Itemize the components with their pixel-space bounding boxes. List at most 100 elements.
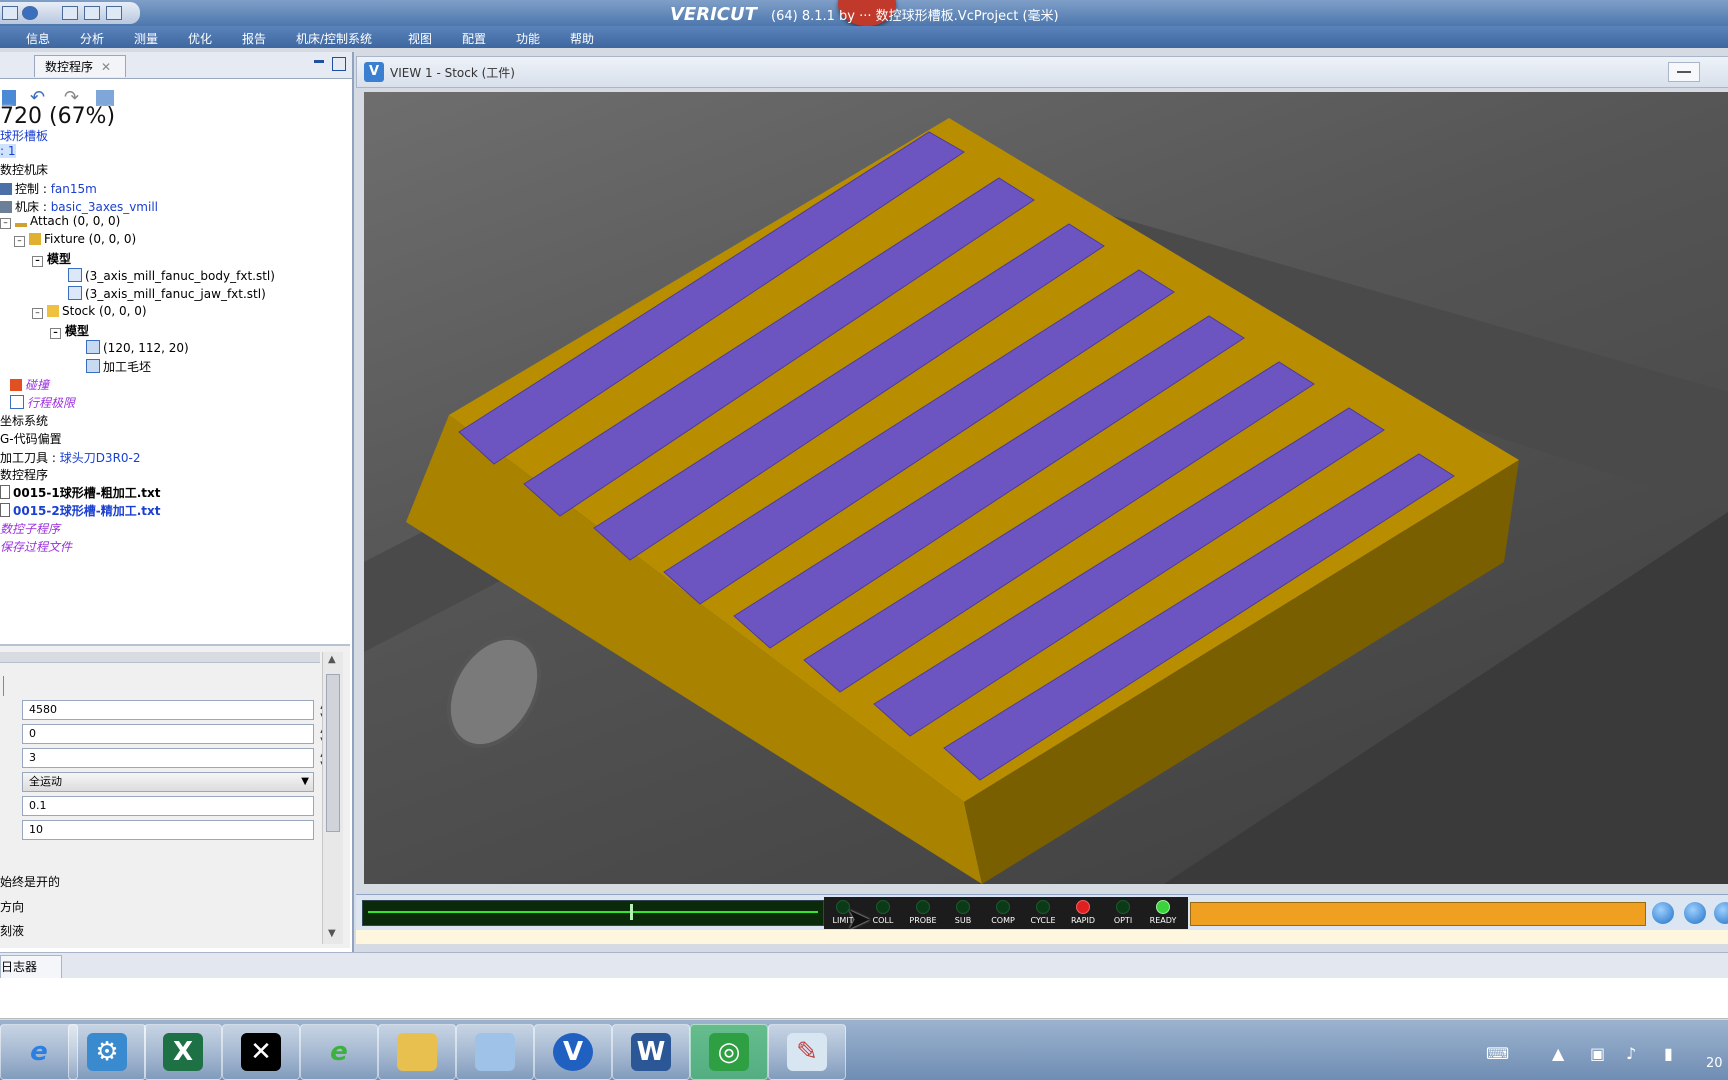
- taskbar-vericut[interactable]: V: [534, 1024, 612, 1080]
- tree-prog-1-label: 0015-1球形槽-粗加工.txt: [13, 486, 161, 500]
- prop-field-5[interactable]: 10: [22, 820, 314, 840]
- float-icon[interactable]: [332, 57, 346, 71]
- taskbar-paint[interactable]: ✎: [768, 1024, 846, 1080]
- menu-view[interactable]: 视图: [408, 30, 432, 47]
- menu-bar: 信息 分析 测量 优化 报告 机床/控制系统 视图 配置 功能 帮助: [0, 26, 1728, 48]
- prop-field-3[interactable]: 3▲▼: [22, 748, 326, 768]
- tree-attach[interactable]: – Attach (0, 0, 0): [0, 214, 120, 229]
- tree-collision[interactable]: 碰撞: [10, 376, 49, 393]
- tree-tool[interactable]: 加工刀具 : 球头刀D3R0-2: [0, 449, 141, 466]
- taskbar-search-app[interactable]: ⚙: [68, 1024, 146, 1080]
- menu-analysis[interactable]: 分析: [80, 30, 104, 47]
- taskbar-wechat[interactable]: ◎: [690, 1024, 768, 1080]
- split-icon[interactable]: [84, 6, 100, 20]
- tree-model-1[interactable]: – 模型: [32, 250, 71, 267]
- menu-machine-control[interactable]: 机床/控制系统: [296, 30, 372, 47]
- minimize-icon[interactable]: [314, 60, 324, 63]
- led-ready: READY: [1146, 900, 1180, 925]
- prop-motion-select[interactable]: 全运动 ▼: [22, 772, 314, 792]
- progress-thumb[interactable]: [630, 904, 633, 920]
- rewind-icon[interactable]: [1684, 902, 1706, 924]
- tree-blank[interactable]: 加工毛坯: [86, 358, 151, 375]
- tab-nc-program[interactable]: 数控程序 ✕: [34, 55, 126, 77]
- eject-icon[interactable]: [1652, 902, 1674, 924]
- collapse-icon[interactable]: –: [0, 218, 11, 229]
- tree-coords[interactable]: 坐标系统: [0, 412, 48, 429]
- collapse-icon[interactable]: –: [50, 328, 61, 339]
- tree-setup[interactable]: : 1: [0, 144, 16, 158]
- tree-fixture-label: Fixture (0, 0, 0): [44, 232, 137, 246]
- keyboard-icon[interactable]: ⌨: [1486, 1044, 1509, 1063]
- scroll-down-icon[interactable]: ▼: [328, 928, 336, 939]
- tree-machine-value: basic_3axes_vmill: [50, 200, 158, 214]
- tree-model-2[interactable]: – 模型: [50, 322, 89, 339]
- tree-machine-model[interactable]: 机床 : basic_3axes_vmill: [0, 198, 158, 215]
- menu-optimize[interactable]: 优化: [188, 30, 212, 47]
- menu-help[interactable]: 帮助: [570, 30, 594, 47]
- stock-3d-viewport[interactable]: [364, 92, 1728, 884]
- led-indicator: [1116, 900, 1130, 914]
- tree-jaw-stl[interactable]: (3_axis_mill_fanuc_jaw_fxt.stl): [68, 286, 266, 301]
- tree-fixture[interactable]: – Fixture (0, 0, 0): [14, 232, 136, 247]
- collapse-icon[interactable]: –: [32, 256, 43, 267]
- taskbar-excel[interactable]: X: [144, 1024, 222, 1080]
- vericut-icon: V: [553, 1033, 593, 1071]
- prop-field-4[interactable]: 0.1: [22, 796, 314, 816]
- window-icon[interactable]: [62, 6, 78, 20]
- prop-field-1[interactable]: 4580▲▼: [22, 700, 326, 720]
- collapse-icon[interactable]: –: [14, 236, 25, 247]
- network-icon[interactable]: ▣: [1590, 1044, 1605, 1063]
- tab-logger[interactable]: 日志器: [0, 955, 62, 978]
- prop-label-coolant: 刻液: [0, 924, 25, 938]
- tree-machine[interactable]: 数控机床: [0, 161, 48, 178]
- props-marker: [0, 676, 4, 696]
- collapse-icon[interactable]: –: [32, 308, 43, 319]
- led-rapid: RAPID: [1066, 900, 1100, 925]
- taskbar-notepad[interactable]: [456, 1024, 534, 1080]
- tree-prog-2[interactable]: 0015-2球形槽-精加工.txt: [0, 502, 160, 519]
- tree-prog-1[interactable]: 0015-1球形槽-粗加工.txt: [0, 484, 160, 501]
- taskbar-ie[interactable]: e: [0, 1024, 78, 1080]
- prop-field-2[interactable]: 0▲▼: [22, 724, 326, 744]
- simulation-progress[interactable]: [362, 900, 824, 926]
- led-probe-label: PROBE: [909, 916, 937, 925]
- tree-saved[interactable]: 保存过程文件: [0, 538, 72, 555]
- tree-control-label: 控制 :: [15, 182, 51, 196]
- clock[interactable]: 20: [1706, 1056, 1723, 1071]
- led-rapid-label: RAPID: [1070, 916, 1096, 925]
- tray-expand-icon[interactable]: ▲: [1552, 1044, 1564, 1063]
- view-minimize-button[interactable]: [1668, 62, 1700, 82]
- scroll-up-icon[interactable]: ▲: [328, 654, 336, 665]
- tree-subprog[interactable]: 数控子程序: [0, 520, 60, 537]
- tree-programs[interactable]: 数控程序: [0, 466, 48, 483]
- tree-root[interactable]: 球形槽板: [0, 127, 48, 144]
- grid-icon[interactable]: [2, 6, 18, 20]
- tree-body-stl[interactable]: (3_axis_mill_fanuc_body_fxt.stl): [68, 268, 275, 283]
- vise-knob: [446, 635, 542, 749]
- info-icon[interactable]: [22, 6, 38, 20]
- menu-config[interactable]: 配置: [462, 30, 486, 47]
- blank-icon: [86, 359, 100, 373]
- menu-function[interactable]: 功能: [516, 30, 540, 47]
- taskbar-capcut[interactable]: ✕: [222, 1024, 300, 1080]
- signal-icon[interactable]: ▮: [1664, 1044, 1673, 1063]
- taskbar-ie-green[interactable]: e: [300, 1024, 378, 1080]
- list-icon[interactable]: [106, 6, 122, 20]
- tree-stock[interactable]: – Stock (0, 0, 0): [32, 304, 147, 319]
- close-icon[interactable]: ✕: [101, 60, 111, 74]
- tree-control[interactable]: 控制 : fan15m: [0, 180, 97, 197]
- menu-measure[interactable]: 测量: [134, 30, 158, 47]
- model-file-icon: [68, 286, 82, 300]
- prop-motion-select-value: 全运动: [29, 775, 62, 788]
- menu-report[interactable]: 报告: [242, 30, 266, 47]
- props-scroll-thumb[interactable]: [326, 674, 340, 832]
- tree-travel[interactable]: 行程极限: [10, 394, 75, 411]
- window-title: VERICUT (64) 8.1.1 by ··· 数控球形槽板.VcProje…: [670, 4, 1059, 25]
- volume-muted-icon[interactable]: ♪: [1626, 1044, 1636, 1063]
- taskbar-folder[interactable]: [378, 1024, 456, 1080]
- menu-info[interactable]: 信息: [26, 30, 50, 47]
- tree-block[interactable]: (120, 112, 20): [86, 340, 189, 355]
- tree-gcode-offsets[interactable]: G-代码偏置: [0, 430, 62, 447]
- taskbar-word[interactable]: W: [612, 1024, 690, 1080]
- prop-label-always-on: 始终是开的: [0, 875, 61, 889]
